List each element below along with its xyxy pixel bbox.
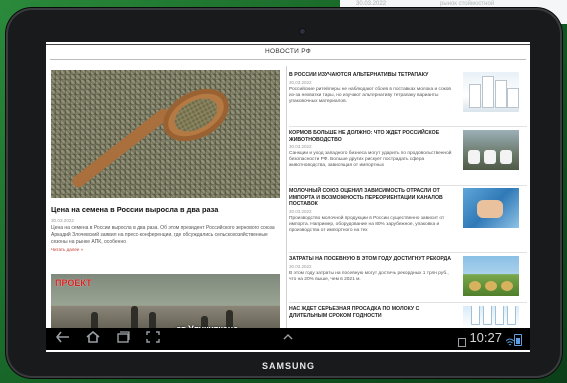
milk-bottle [507, 306, 516, 325]
news-item[interactable]: Кормов больше не должно: что ждет россий… [289, 130, 527, 182]
news-text: Российские ритейлеры не наблюдают сбоев … [289, 87, 451, 105]
juice-carton [495, 80, 507, 108]
hand-with-bottle [477, 200, 503, 218]
news-thumbnail[interactable] [463, 256, 519, 296]
second-article-title: ПРОЕКТ [55, 278, 92, 288]
wifi-icon [505, 334, 515, 346]
juice-carton [507, 88, 519, 108]
main-article-text: Цена на семена в России выросла в два ра… [51, 225, 275, 245]
cow-figure [468, 150, 480, 164]
news-text: Санкции и уход западного бизнеса могут у… [289, 151, 452, 169]
news-text: Производство молочной продукции в России… [289, 216, 445, 234]
news-thumbnail[interactable] [463, 72, 519, 112]
news-text: В этом году затраты на посевную могут до… [289, 271, 449, 283]
news-title[interactable]: Нас ждет серьезная просадка по молоку с … [289, 306, 457, 319]
hay-bale [501, 281, 513, 291]
recent-apps-icon[interactable] [114, 331, 132, 347]
news-separator [289, 185, 527, 186]
news-separator [289, 126, 527, 127]
milk-bottle [471, 306, 480, 325]
screenshot-icon[interactable] [144, 331, 162, 347]
front-camera-icon [300, 29, 305, 34]
home-icon[interactable] [84, 330, 102, 347]
milk-bottle [495, 306, 504, 325]
main-article-headline[interactable]: Цена на семена в России выросла в два ра… [51, 205, 283, 214]
title-divider [50, 59, 526, 60]
juice-carton [482, 76, 494, 108]
news-thumbnail[interactable] [463, 188, 519, 228]
background-text: рынок стоймостной [440, 1, 495, 7]
news-separator [289, 252, 527, 253]
background-date: 30.03.2022 [356, 1, 387, 7]
main-article-date: 30.03.2022 [51, 218, 74, 223]
news-title[interactable]: Кормов больше не должно: что ждет россий… [289, 130, 457, 143]
juice-carton [469, 84, 481, 108]
news-date: 30.03.2022 [289, 144, 312, 149]
news-date: 30.03.2022 [289, 264, 312, 269]
battery-icon [514, 334, 522, 346]
news-title[interactable]: Молочный союз оценил зависимость отрасли… [289, 188, 457, 208]
cow-figure [500, 150, 512, 164]
news-date: 30.03.2022 [289, 209, 312, 214]
news-item[interactable]: Молочный союз оценил зависимость отрасли… [289, 188, 527, 248]
news-date: 30.03.2022 [289, 80, 312, 85]
back-arrow-icon[interactable] [54, 331, 72, 347]
news-thumbnail[interactable] [463, 306, 519, 328]
news-item[interactable]: В России изучаются альтернативы тетрапак… [289, 72, 527, 122]
navigation-bar: 10:27 [46, 328, 530, 350]
header-line [46, 44, 530, 45]
hay-bale [485, 281, 497, 291]
device-brand: SAMSUNG [262, 361, 316, 371]
milk-bottle [483, 306, 492, 325]
status-clock: 10:27 [469, 330, 502, 345]
cow-figure [484, 150, 496, 164]
column-divider [286, 66, 287, 331]
news-separator [289, 302, 527, 303]
tablet-screen: НОВОСТИ РФ Цена на семена в России вырос… [46, 42, 530, 352]
page-title: НОВОСТИ РФ [264, 48, 312, 55]
news-title[interactable]: Затраты на посевную в этом году достигну… [289, 256, 457, 263]
news-item[interactable]: Нас ждет серьезная просадка по молоку с … [289, 306, 527, 330]
news-title[interactable]: В России изучаются альтернативы тетрапак… [289, 72, 457, 79]
main-article-image[interactable] [51, 70, 280, 198]
chevron-up-icon[interactable] [280, 331, 296, 347]
hay-bale [469, 281, 481, 291]
read-more-link[interactable]: Читать далее » [51, 247, 83, 252]
gallery-icon [458, 334, 466, 347]
news-item[interactable]: Затраты на посевную в этом году достигну… [289, 256, 527, 300]
news-thumbnail[interactable] [463, 130, 519, 170]
